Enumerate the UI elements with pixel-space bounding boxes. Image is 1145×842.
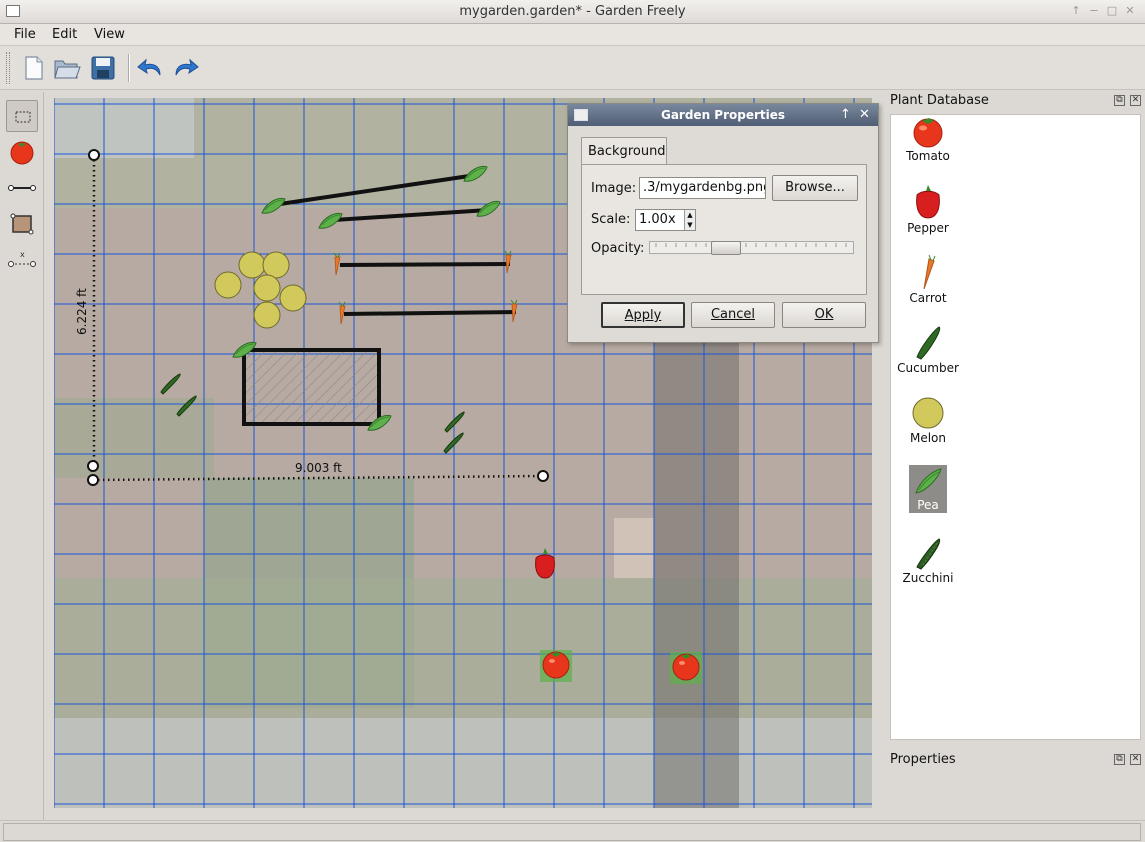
ok-button[interactable]: OK (782, 302, 866, 328)
save-disk-icon[interactable] (88, 53, 118, 83)
tomato-icon (913, 118, 943, 148)
apply-button[interactable]: Apply (601, 302, 685, 328)
spin-arrows-icon[interactable]: ▲ ▼ (684, 210, 695, 230)
tools-sidebar: x (0, 92, 44, 820)
plant-tool-tomato-icon[interactable] (6, 136, 38, 168)
melon-icon (912, 397, 944, 429)
status-field (3, 823, 1141, 841)
menu-view[interactable]: View (94, 27, 125, 42)
carrot-icon (923, 254, 936, 290)
properties-title: Properties (890, 752, 956, 767)
close-window-button[interactable]: ✕ (1123, 4, 1137, 18)
float-panel-icon[interactable]: ⧉ (1114, 95, 1125, 106)
plant-label: Pea (917, 498, 939, 512)
melon-plant (214, 271, 242, 299)
opacity-slider-handle[interactable] (711, 241, 741, 255)
measure-horizontal-label: 9.003 ft (295, 461, 342, 475)
list-item-tomato[interactable]: Tomato (893, 115, 963, 175)
tomato-plant (672, 653, 700, 681)
opacity-slider[interactable] (649, 241, 854, 255)
bed-area-icon[interactable] (6, 208, 38, 240)
browse-button[interactable]: Browse... (772, 175, 858, 201)
melon-plant (253, 301, 281, 329)
dialog-close-icon[interactable]: ✕ (859, 107, 870, 122)
row-line-icon[interactable] (6, 172, 38, 204)
opacity-label: Opacity: (591, 241, 645, 256)
pepper-icon (916, 185, 940, 219)
svg-text:x: x (20, 250, 25, 259)
plant-label: Carrot (909, 291, 947, 305)
plant-label: Melon (909, 431, 947, 445)
title-bar: mygarden.garden* - Garden Freely ↑ − □ ✕ (0, 0, 1145, 24)
float-properties-icon[interactable]: ⧉ (1114, 754, 1125, 765)
dialog-title: Garden Properties (660, 108, 786, 122)
carrot-row-line (339, 262, 511, 267)
garden-bed (242, 348, 381, 426)
close-properties-icon[interactable]: ✕ (1130, 754, 1141, 765)
select-rectangle-icon[interactable] (6, 100, 38, 132)
status-bar (0, 820, 1145, 842)
dialog-title-bar[interactable]: Garden Properties ↑ ✕ (568, 104, 878, 126)
cancel-button[interactable]: Cancel (691, 302, 775, 328)
plant-database-list[interactable]: Tomato Pepper Carrot Cucumber Melon Pea … (890, 114, 1141, 740)
new-document-icon[interactable] (18, 53, 48, 83)
image-label: Image: (591, 181, 637, 196)
melon-plant (238, 251, 266, 279)
dialog-keep-above-icon[interactable]: ↑ (840, 107, 851, 122)
apply-button-label: Apply (624, 308, 662, 323)
pea-icon (915, 468, 942, 494)
undo-icon[interactable] (136, 53, 166, 83)
app-window: mygarden.garden* - Garden Freely ↑ − □ ✕… (0, 0, 1145, 842)
scale-value: 1.00x (639, 212, 676, 227)
right-dock: Plant Database ⧉ ✕ Tomato Pepper Carrot … (888, 90, 1145, 820)
plant-label: Tomato (906, 149, 950, 163)
toolbar-separator (128, 54, 130, 82)
maximize-button[interactable]: □ (1105, 4, 1119, 18)
scale-label: Scale: (591, 212, 631, 227)
plant-label: Cucumber (897, 361, 959, 375)
list-item-cucumber[interactable]: Cucumber (893, 325, 963, 385)
list-item-carrot[interactable]: Carrot (893, 254, 963, 315)
scale-spinbox[interactable]: 1.00x ▲ ▼ (635, 209, 696, 231)
cucumber-icon (916, 326, 941, 360)
melon-plant (253, 274, 281, 302)
background-tab-pane: Image: .3/mygardenbg.png Browse... Scale… (581, 164, 867, 295)
ok-button-label: OK (814, 307, 834, 322)
image-path-field[interactable]: .3/mygardenbg.png (639, 177, 766, 199)
window-title: mygarden.garden* - Garden Freely (459, 4, 686, 19)
melon-plant (262, 251, 290, 279)
main-toolbar (0, 46, 1145, 90)
menu-file[interactable]: File (14, 27, 36, 42)
list-item-pea[interactable]: Pea (893, 465, 963, 525)
melon-plant (279, 284, 307, 312)
menu-edit[interactable]: Edit (52, 27, 77, 42)
menu-bar: File Edit View (0, 24, 1145, 46)
list-item-pepper[interactable]: Pepper (893, 185, 963, 245)
tab-background[interactable]: Background (581, 137, 667, 165)
cancel-button-label: Cancel (710, 307, 756, 322)
plant-label: Pepper (907, 221, 949, 235)
redo-icon[interactable] (170, 53, 200, 83)
close-panel-icon[interactable]: ✕ (1130, 95, 1141, 106)
list-item-melon[interactable]: Melon (893, 395, 963, 455)
plant-database-title: Plant Database (890, 93, 989, 108)
keep-above-button[interactable]: ↑ (1069, 4, 1083, 18)
toolbar-handle[interactable] (6, 52, 10, 84)
zucchini-icon (916, 538, 941, 570)
list-item-zucchini[interactable]: Zucchini (893, 535, 963, 595)
plant-label: Zucchini (902, 571, 954, 585)
measure-tool-icon[interactable]: x (6, 244, 38, 276)
tomato-plant (542, 651, 570, 679)
open-folder-icon[interactable] (52, 53, 82, 83)
carrot-row-line (343, 310, 517, 316)
garden-properties-dialog: Garden Properties ↑ ✕ Background Image: … (567, 103, 879, 343)
measure-vertical-label: 6.224 ft (75, 288, 89, 335)
minimize-button[interactable]: − (1087, 4, 1101, 18)
tab-background-label: Background (588, 144, 666, 159)
